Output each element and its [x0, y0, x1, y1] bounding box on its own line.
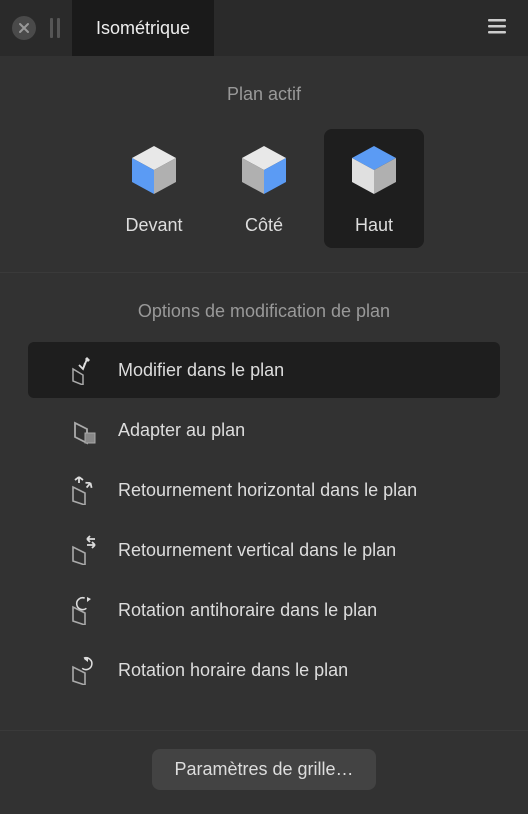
option-label: Retournement vertical dans le plan: [118, 540, 396, 561]
rotate-cw-icon: [68, 654, 100, 686]
tab-isometric[interactable]: Isométrique: [72, 0, 214, 56]
edit-in-plane-icon: [68, 354, 100, 386]
rotate-ccw-icon: [68, 594, 100, 626]
footer: Paramètres de grille…: [0, 731, 528, 814]
tab-label: Isométrique: [96, 18, 190, 39]
plane-selector: Devant Côté Haut: [0, 121, 528, 272]
grid-settings-button[interactable]: Paramètres de grille…: [152, 749, 375, 790]
option-label: Rotation horaire dans le plan: [118, 660, 348, 681]
option-edit-in-plane[interactable]: Modifier dans le plan: [28, 342, 500, 398]
titlebar: Isométrique: [0, 0, 528, 56]
plane-label-side: Côté: [245, 215, 283, 236]
plane-label-front: Devant: [125, 215, 182, 236]
grid-settings-label: Paramètres de grille…: [174, 759, 353, 779]
plane-label-top: Haut: [355, 215, 393, 236]
option-label: Retournement horizontal dans le plan: [118, 480, 417, 501]
menu-button[interactable]: [478, 7, 516, 50]
cube-top-icon: [343, 139, 405, 201]
fit-to-plane-icon: [68, 414, 100, 446]
option-fit-to-plane[interactable]: Adapter au plan: [28, 402, 500, 458]
option-flip-vertical[interactable]: Retournement vertical dans le plan: [28, 522, 500, 578]
plane-item-side[interactable]: Côté: [214, 129, 314, 248]
plane-item-front[interactable]: Devant: [104, 129, 204, 248]
close-icon: [18, 22, 30, 34]
option-flip-horizontal[interactable]: Retournement horizontal dans le plan: [28, 462, 500, 518]
flip-horizontal-icon: [68, 474, 100, 506]
active-plane-title: Plan actif: [0, 56, 528, 121]
close-button[interactable]: [12, 16, 36, 40]
flip-vertical-icon: [68, 534, 100, 566]
cube-front-icon: [123, 139, 185, 201]
option-rotate-cw[interactable]: Rotation horaire dans le plan: [28, 642, 500, 698]
option-label: Rotation antihoraire dans le plan: [118, 600, 377, 621]
hamburger-icon: [486, 15, 508, 37]
options-list: Modifier dans le plan Adapter au plan Re…: [0, 342, 528, 730]
modification-title: Options de modification de plan: [0, 273, 528, 338]
option-rotate-ccw[interactable]: Rotation antihoraire dans le plan: [28, 582, 500, 638]
cube-side-icon: [233, 139, 295, 201]
plane-item-top[interactable]: Haut: [324, 129, 424, 248]
option-label: Adapter au plan: [118, 420, 245, 441]
drag-handle-icon[interactable]: [50, 18, 60, 38]
panel-content: Plan actif Devant Côté: [0, 56, 528, 814]
option-label: Modifier dans le plan: [118, 360, 284, 381]
